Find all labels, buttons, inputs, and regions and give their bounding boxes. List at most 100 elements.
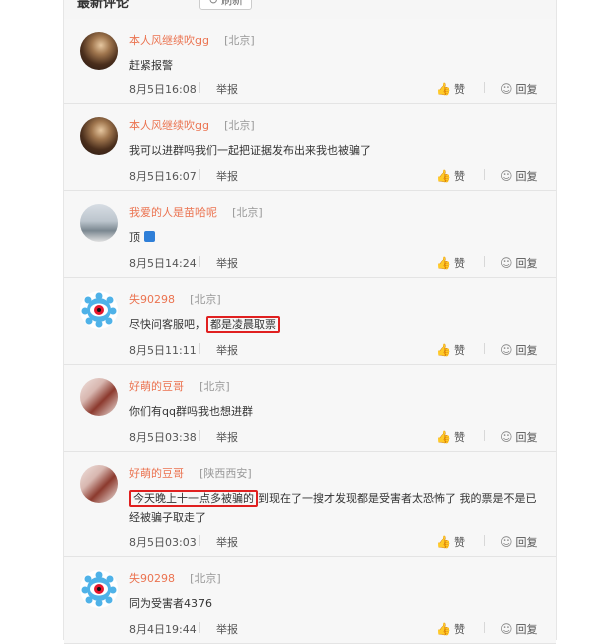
- reply-button[interactable]: ☺ 回复: [500, 342, 538, 358]
- reply-label: 回复: [515, 623, 538, 636]
- comment-time: 8月5日03:03: [129, 536, 197, 549]
- like-button[interactable]: 👍 赞: [436, 255, 465, 271]
- like-label: 赞: [453, 344, 465, 357]
- comment-text: 同为受害者4376: [129, 597, 212, 610]
- comment-text: 赶紧报警: [129, 59, 173, 72]
- comment-text: 顶: [129, 228, 542, 247]
- comment-location: [北京]: [190, 293, 221, 306]
- comment-text-body: 尽快问客服吧，: [129, 318, 206, 331]
- comment-bubble-icon: ☺: [500, 430, 513, 444]
- comment-location: [北京]: [199, 380, 230, 393]
- reply-label: 回复: [515, 344, 538, 357]
- comment-username[interactable]: 本人风继续吹gg: [129, 34, 209, 47]
- divider: [199, 343, 200, 354]
- comment-username[interactable]: 本人风继续吹gg: [129, 119, 209, 132]
- reply-button[interactable]: ☺ 回复: [500, 81, 538, 97]
- comment-bubble-icon: ☺: [500, 169, 513, 183]
- reply-label: 回复: [515, 536, 538, 549]
- refresh-button[interactable]: ↻ 刷新: [199, 0, 253, 10]
- comment-location: [北京]: [190, 572, 221, 585]
- report-link[interactable]: 举报: [216, 621, 238, 637]
- comments-title: 最新评论: [77, 0, 130, 11]
- reply-label: 回复: [515, 83, 538, 96]
- comment-item: 失90298 [北京] 尽快问客服吧， 都是凌晨取票 8月5日11:11 举报 👍…: [64, 278, 556, 365]
- comment-item: 好萌的豆哥 [陕西西安] 今天晚上十一点多被骗的 到现在了一搜才发现都是受害者太恐…: [64, 452, 556, 557]
- comment-time: 8月5日03:38: [129, 431, 197, 444]
- thumbs-up-icon: 👍: [436, 430, 451, 444]
- thumbs-up-icon: 👍: [436, 535, 451, 549]
- comment-bubble-icon: ☺: [500, 82, 513, 96]
- report-link[interactable]: 举报: [216, 429, 238, 445]
- avatar[interactable]: [80, 465, 118, 503]
- like-label: 赞: [453, 431, 465, 444]
- report-link[interactable]: 举报: [216, 534, 238, 550]
- comment-text: 今天晚上十一点多被骗的 到现在了一搜才发现都是受害者太恐怖了 我的票是不是已经被骗…: [129, 489, 542, 527]
- thumbs-up-icon: 👍: [436, 343, 451, 357]
- comment-time: 8月5日16:08: [129, 83, 197, 96]
- reply-button[interactable]: ☺ 回复: [500, 621, 538, 637]
- divider: [484, 343, 485, 354]
- comment-text: 我可以进群吗我们一起把证据发布出来我也被骗了: [129, 144, 371, 157]
- comment-location: [北京]: [224, 119, 255, 132]
- comment-bubble-icon: ☺: [500, 343, 513, 357]
- report-link[interactable]: 举报: [216, 342, 238, 358]
- avatar[interactable]: [80, 32, 118, 70]
- reply-button[interactable]: ☺ 回复: [500, 534, 538, 550]
- divider: [484, 256, 485, 267]
- comment-username[interactable]: 失90298: [129, 293, 175, 306]
- report-link[interactable]: 举报: [216, 255, 238, 271]
- comment-username[interactable]: 好萌的豆哥: [129, 380, 184, 393]
- comment-username[interactable]: 失90298: [129, 572, 175, 585]
- comment-username[interactable]: 我爱的人是苗哈呢: [129, 206, 217, 219]
- reply-button[interactable]: ☺ 回复: [500, 255, 538, 271]
- divider: [484, 169, 485, 180]
- divider: [199, 82, 200, 93]
- like-button[interactable]: 👍 赞: [436, 429, 465, 445]
- avatar[interactable]: [80, 378, 118, 416]
- comment-location: [北京]: [224, 34, 255, 47]
- divider: [484, 622, 485, 633]
- comment-item: 我爱的人是苗哈呢 [北京] 顶 8月5日14:24 举报 👍 赞 ☺ 回复: [64, 191, 556, 278]
- refresh-label: 刷新: [221, 0, 244, 7]
- like-label: 赞: [453, 83, 465, 96]
- divider: [199, 430, 200, 441]
- divider: [199, 256, 200, 267]
- like-label: 赞: [453, 536, 465, 549]
- comment-text: 尽快问客服吧， 都是凌晨取票: [129, 315, 542, 334]
- avatar[interactable]: [80, 117, 118, 155]
- thumbs-up-icon: 👍: [436, 256, 451, 270]
- divider: [484, 535, 485, 546]
- comment-bubble-icon: ☺: [500, 256, 513, 270]
- like-button[interactable]: 👍 赞: [436, 81, 465, 97]
- like-button[interactable]: 👍 赞: [436, 168, 465, 184]
- thumbs-up-icon: 👍: [436, 82, 451, 96]
- comment-username[interactable]: 好萌的豆哥: [129, 467, 184, 480]
- divider: [199, 622, 200, 633]
- divider: [484, 430, 485, 441]
- comment-time: 8月5日14:24: [129, 257, 197, 270]
- comment-item: 本人风继续吹gg [北京] 赶紧报警 8月5日16:08 举报 👍 赞 ☺ 回复: [64, 19, 556, 104]
- highlighted-text: 都是凌晨取票: [206, 316, 280, 333]
- comments-header: 最新评论 ↻ 刷新: [64, 0, 556, 20]
- thumbs-up-icon: 👍: [436, 169, 451, 183]
- refresh-icon: ↻: [208, 0, 219, 7]
- comment-item: 本人风继续吹gg [北京] 我可以进群吗我们一起把证据发布出来我也被骗了 8月5…: [64, 104, 556, 191]
- weibo-logo-icon: [80, 291, 118, 329]
- comments-panel: 最新评论 ↻ 刷新 本人风继续吹gg [北京] 赶紧报警 8月5日16:08 举…: [63, 0, 557, 644]
- avatar[interactable]: [80, 204, 118, 242]
- thumbs-up-icon: 👍: [436, 622, 451, 636]
- report-link[interactable]: 举报: [216, 81, 238, 97]
- like-button[interactable]: 👍 赞: [436, 534, 465, 550]
- reply-label: 回复: [515, 257, 538, 270]
- like-button[interactable]: 👍 赞: [436, 621, 465, 637]
- like-button[interactable]: 👍 赞: [436, 342, 465, 358]
- report-link[interactable]: 举报: [216, 168, 238, 184]
- comment-bubble-icon: ☺: [500, 622, 513, 636]
- reply-button[interactable]: ☺ 回复: [500, 168, 538, 184]
- comment-time: 8月5日16:07: [129, 170, 197, 183]
- like-label: 赞: [453, 623, 465, 636]
- comment-text: 你们有qq群吗我也想进群: [129, 405, 253, 418]
- avatar[interactable]: [80, 291, 118, 329]
- avatar[interactable]: [80, 570, 118, 608]
- reply-button[interactable]: ☺ 回复: [500, 429, 538, 445]
